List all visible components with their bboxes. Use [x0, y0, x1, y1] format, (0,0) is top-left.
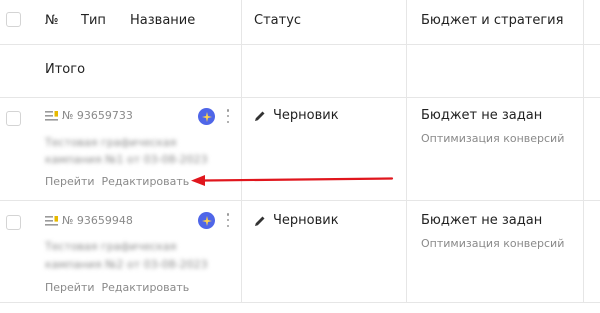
column-divider [406, 0, 407, 302]
status-text: Черновик [273, 213, 339, 228]
header-name[interactable]: Название [130, 13, 195, 28]
kebab-menu-icon[interactable] [225, 109, 231, 123]
campaign-status: Черновик [254, 213, 339, 228]
campaign-id-text: № 93659948 [62, 214, 133, 227]
row-divider [0, 302, 600, 303]
row-actions: Перейти Редактировать [45, 281, 189, 294]
campaign-status: Черновик [254, 108, 339, 123]
column-divider [241, 0, 242, 302]
header-budget-strategy[interactable]: Бюджет и стратегия [421, 13, 563, 28]
header-type[interactable]: Тип [81, 13, 106, 28]
budget-text: Бюджет не задан [421, 108, 543, 123]
go-link[interactable]: Перейти [45, 281, 95, 294]
select-all-checkbox[interactable] [6, 12, 21, 27]
sparkle-icon[interactable] [198, 108, 215, 125]
kebab-menu-icon[interactable] [225, 213, 231, 227]
campaign-name-line1: Тестовая графическая [45, 240, 177, 253]
go-link[interactable]: Перейти [45, 175, 95, 188]
pencil-icon [255, 216, 265, 226]
row-actions: Перейти Редактировать [45, 175, 189, 188]
edit-link[interactable]: Редактировать [102, 281, 190, 294]
header-number[interactable]: № [45, 13, 59, 28]
header-status[interactable]: Статус [254, 13, 301, 28]
campaign-id: № 93659948 [45, 214, 133, 227]
strategy-text: Оптимизация конверсий [421, 237, 565, 250]
sparkle-icon[interactable] [198, 212, 215, 229]
row-checkbox[interactable] [6, 111, 21, 126]
edit-link[interactable]: Редактировать [102, 175, 190, 188]
annotation-arrow [191, 175, 394, 186]
row-checkbox[interactable] [6, 215, 21, 230]
row-divider [0, 44, 600, 45]
strategy-text: Оптимизация конверсий [421, 132, 565, 145]
budget-text: Бюджет не задан [421, 213, 543, 228]
campaigns-table: № Тип Название Статус Бюджет и стратегия… [0, 0, 600, 313]
campaign-name-line2: кампания №2 от 03-08-2023 [45, 258, 208, 271]
total-row-label: Итого [45, 62, 86, 77]
row-divider [0, 200, 600, 201]
text-ad-icon [45, 215, 58, 226]
row-divider [0, 97, 600, 98]
campaign-id-text: № 93659733 [62, 109, 133, 122]
campaign-name-line1: Тестовая графическая [45, 136, 177, 149]
status-text: Черновик [273, 108, 339, 123]
pencil-icon [255, 111, 265, 121]
text-ad-icon [45, 110, 58, 121]
campaign-id: № 93659733 [45, 109, 133, 122]
column-divider [583, 0, 584, 302]
campaign-name-line2: кампания №1 от 03-08-2023 [45, 153, 208, 166]
